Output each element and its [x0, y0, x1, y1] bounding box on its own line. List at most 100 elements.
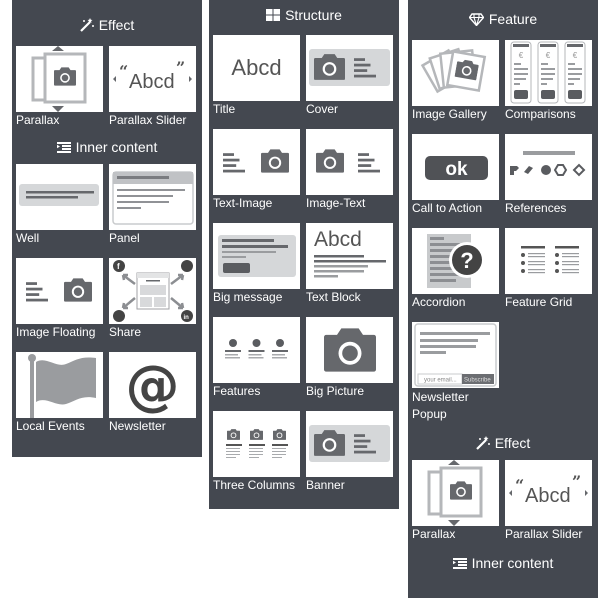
panel-thumbnail: [109, 164, 196, 230]
block-label: Cover: [306, 102, 339, 116]
accordion-help-icon: ?: [427, 234, 485, 288]
block-accordion[interactable]: ? Accordion: [412, 228, 499, 322]
block-label: Title: [213, 102, 236, 116]
block-label: Newsletter: [109, 419, 166, 433]
parallax-thumbnail: [412, 460, 499, 526]
block-feature-grid[interactable]: Feature Grid: [505, 228, 592, 322]
block-panel[interactable]: Panel: [109, 164, 196, 258]
pricing-tables-icon: €: [510, 41, 586, 104]
text-block-thumbnail: Abcd: [306, 223, 393, 289]
block-label: Image-Text: [306, 196, 366, 210]
section-title: Inner content: [471, 555, 554, 571]
block-title[interactable]: Abcd Title: [213, 35, 300, 129]
image-text-icon: [316, 149, 380, 173]
image-floating-thumbnail: [16, 258, 103, 324]
grid-icon: [266, 9, 281, 21]
newsletter-popup-thumbnail: your email... Subscribe: [412, 322, 499, 388]
banner-icon: [309, 425, 390, 462]
block-label: Accordion: [412, 295, 466, 309]
flag-icon: [28, 354, 96, 418]
block-parallax-slider[interactable]: “ ” Abcd Parallax Slider: [109, 46, 196, 140]
section-header-structure: Structure: [209, 0, 399, 30]
block-local-events[interactable]: Local Events: [16, 352, 103, 446]
block-newsletter-popup[interactable]: your email... Subscribe Newsletter Popup: [412, 322, 499, 434]
block-parallax[interactable]: Parallax: [16, 46, 103, 140]
block-three-columns[interactable]: Three Columns: [213, 411, 300, 505]
svg-text:Abcd: Abcd: [231, 55, 281, 80]
gallery-icon: [420, 47, 487, 94]
parallax-icon: [427, 460, 483, 526]
well-icon: [19, 184, 99, 206]
block-image-text[interactable]: Image-Text: [306, 129, 393, 223]
block-parallax[interactable]: Parallax: [412, 460, 499, 554]
block-text-image[interactable]: Text-Image: [213, 129, 300, 223]
block-big-picture[interactable]: Big Picture: [306, 317, 393, 411]
block-label: Image Floating: [16, 325, 96, 339]
right-panel: Feature Image Gallery € Comparisons ok C…: [408, 0, 598, 598]
block-label: Text-Image: [213, 196, 273, 210]
block-text-block[interactable]: Abcd Text Block: [306, 223, 393, 317]
block-label: Big message: [213, 290, 283, 304]
block-share[interactable]: f in Share: [109, 258, 196, 352]
block-label: Parallax Slider: [505, 527, 583, 541]
block-big-message[interactable]: Big message: [213, 223, 300, 317]
feature-grid-thumbnail: [505, 228, 592, 294]
block-image-floating[interactable]: Image Floating: [16, 258, 103, 352]
parallax-thumbnail: [16, 46, 103, 112]
svg-text:Subscribe: Subscribe: [464, 378, 491, 384]
references-thumbnail: [505, 134, 592, 200]
banner-thumbnail: [306, 411, 393, 477]
block-label: Parallax: [412, 527, 456, 541]
block-references[interactable]: References: [505, 134, 592, 228]
block-newsletter[interactable]: @ Newsletter: [109, 352, 196, 446]
block-image-gallery[interactable]: Image Gallery: [412, 40, 499, 134]
call-to-action-thumbnail: ok: [412, 134, 499, 200]
block-well[interactable]: Well: [16, 164, 103, 258]
block-features[interactable]: Features: [213, 317, 300, 411]
section-title: Effect: [98, 17, 135, 33]
block-label: Newsletter Popup: [412, 390, 469, 421]
block-label: Big Picture: [306, 384, 365, 398]
camera-icon: [324, 328, 376, 372]
text-image-icon: [223, 149, 289, 173]
comparisons-thumbnail: €: [505, 40, 592, 106]
three-columns-icon: [226, 429, 288, 458]
svg-text:”: ”: [572, 472, 581, 491]
svg-text:f: f: [117, 262, 120, 271]
block-label: Share: [109, 325, 142, 339]
svg-text:your email...: your email...: [424, 378, 457, 384]
svg-text:“: “: [119, 62, 128, 81]
block-banner[interactable]: Banner: [306, 411, 393, 505]
section-title: Structure: [285, 7, 342, 23]
magic-wand-icon: [79, 18, 94, 32]
block-label: Comparisons: [505, 107, 576, 121]
newsletter-popup-icon: your email... Subscribe: [414, 323, 497, 387]
accordion-thumbnail: ?: [412, 228, 499, 294]
svg-text:Abcd: Abcd: [314, 228, 362, 251]
block-cover[interactable]: Cover: [306, 35, 393, 129]
diamond-icon: [468, 12, 484, 26]
panel-icon: [112, 171, 194, 225]
text-image-thumbnail: [213, 129, 300, 195]
block-comparisons[interactable]: € Comparisons: [505, 40, 592, 134]
parallax-slider-thumbnail: “ ” Abcd: [109, 46, 196, 112]
svg-text:Abcd: Abcd: [129, 71, 175, 93]
block-call-to-action[interactable]: ok Call to Action: [412, 134, 499, 228]
big-message-thumbnail: [213, 223, 300, 289]
quote-slider-icon: “ ”Abcd: [113, 58, 192, 93]
block-label: Parallax: [16, 113, 60, 127]
image-gallery-thumbnail: [412, 40, 499, 106]
text-camera-icon: [26, 278, 92, 302]
svg-text:“: “: [515, 476, 524, 495]
magic-wand-icon: [475, 436, 490, 450]
svg-text:€: €: [519, 51, 524, 60]
section-title: Effect: [494, 435, 531, 451]
block-label: References: [505, 201, 567, 215]
block-parallax-slider[interactable]: “ ” Abcd Parallax Slider: [505, 460, 592, 554]
text-block-icon: Abcd: [314, 228, 386, 278]
svg-text:Abcd: Abcd: [525, 485, 571, 507]
share-icon: f in: [113, 260, 193, 322]
block-label: Call to Action: [412, 201, 483, 215]
svg-text:?: ?: [460, 248, 473, 273]
section-header-effect: Effect: [12, 0, 202, 46]
